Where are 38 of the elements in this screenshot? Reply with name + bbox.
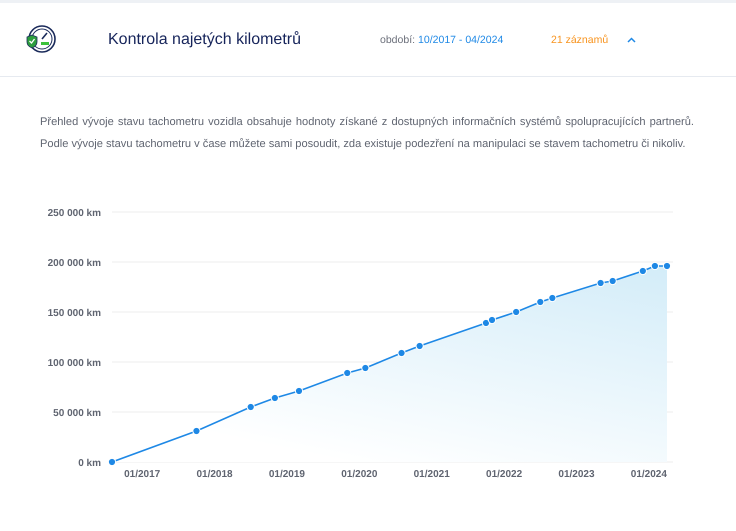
axis-label: 01/2018 — [196, 469, 233, 480]
period-value: 10/2017 - 04/2024 — [418, 34, 504, 46]
data-point — [192, 426, 201, 436]
data-point — [246, 402, 255, 412]
data-point — [536, 298, 544, 306]
data-point — [294, 386, 304, 396]
axis-label: 01/2024 — [630, 469, 667, 480]
data-point — [270, 394, 279, 402]
axis-label: 01/2017 — [124, 469, 160, 480]
data-point — [397, 348, 406, 358]
axis-label: 200 000 km — [48, 258, 101, 269]
description-text: Přehled vývoje stavu tachometru vozidla obsahuje hodnoty získané z dostupných informačních systémů spolupracujících partnerů. Podle vývoje stavu tachometru v čase můžete sami posoudit, zda existuje podezření na manipulaci se stavem tachometru či nikoliv. — [40, 115, 694, 152]
axis-label: 01/2019 — [268, 469, 306, 480]
data-point — [608, 276, 617, 286]
data-point — [488, 316, 496, 324]
data-point — [638, 266, 647, 276]
records-count: 21 záznamů — [551, 34, 610, 46]
period-label: období: — [380, 34, 416, 46]
axis-label: 01/2022 — [486, 469, 522, 480]
data-point — [650, 262, 659, 270]
axis-label: 01/2021 — [414, 469, 450, 480]
data-point — [596, 278, 605, 288]
axis-label: 50 000 km — [53, 408, 101, 419]
axis-label: 250 000 km — [48, 208, 101, 219]
axis-label: 01/2023 — [558, 469, 595, 480]
data-point — [548, 294, 556, 302]
speedometer-icon — [24, 24, 56, 56]
data-point — [361, 364, 370, 372]
axis-label: 0 km — [78, 458, 101, 469]
axis-label: 01/2020 — [341, 469, 378, 480]
axis-label: 100 000 km — [48, 358, 101, 369]
data-point — [343, 368, 352, 378]
data-point — [108, 458, 116, 466]
section-title: Kontrola najetých kilometrů — [108, 30, 302, 48]
axis-label: 150 000 km — [48, 308, 101, 319]
data-point — [416, 342, 424, 350]
data-point — [512, 308, 520, 316]
collapse-button[interactable] — [625, 34, 638, 44]
